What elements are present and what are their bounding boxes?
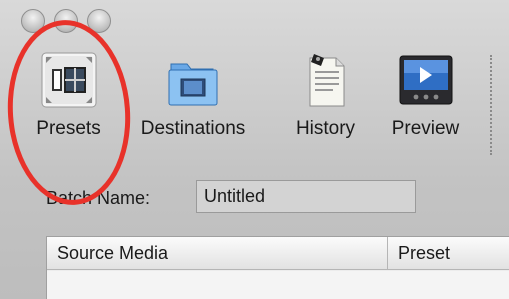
compressor-window: Presets Destinations History Preview Bat…	[0, 0, 509, 299]
title-bar	[0, 0, 509, 40]
table-header: Source Media Preset	[47, 237, 509, 270]
close-button[interactable]	[21, 9, 45, 33]
batch-table: Source Media Preset	[46, 236, 509, 299]
presets-icon	[41, 52, 96, 108]
toolbar-presets-label: Presets	[36, 118, 101, 139]
toolbar-preview-button[interactable]: Preview	[378, 50, 473, 150]
preview-monitor-icon	[399, 55, 452, 105]
toolbar-history-label: History	[295, 118, 356, 139]
toolbar-separator	[490, 55, 492, 155]
toolbar-destinations-button[interactable]: Destinations	[123, 50, 263, 150]
column-header-source-media[interactable]: Source Media	[47, 237, 388, 270]
table-row[interactable]	[47, 271, 509, 299]
column-header-preset[interactable]: Preset	[388, 237, 509, 270]
batch-name-input[interactable]	[196, 180, 416, 213]
minimize-button[interactable]	[54, 9, 78, 33]
batch-name-label: Batch Name:	[46, 188, 151, 208]
history-document-icon	[309, 54, 344, 107]
toolbar-history-button[interactable]: History	[278, 50, 373, 150]
zoom-button[interactable]	[87, 9, 111, 33]
toolbar-presets-button[interactable]: Presets	[21, 50, 116, 150]
toolbar-preview-label: Preview	[391, 118, 460, 139]
toolbar-destinations-label: Destinations	[140, 118, 246, 139]
destinations-folder-icon	[168, 63, 218, 106]
